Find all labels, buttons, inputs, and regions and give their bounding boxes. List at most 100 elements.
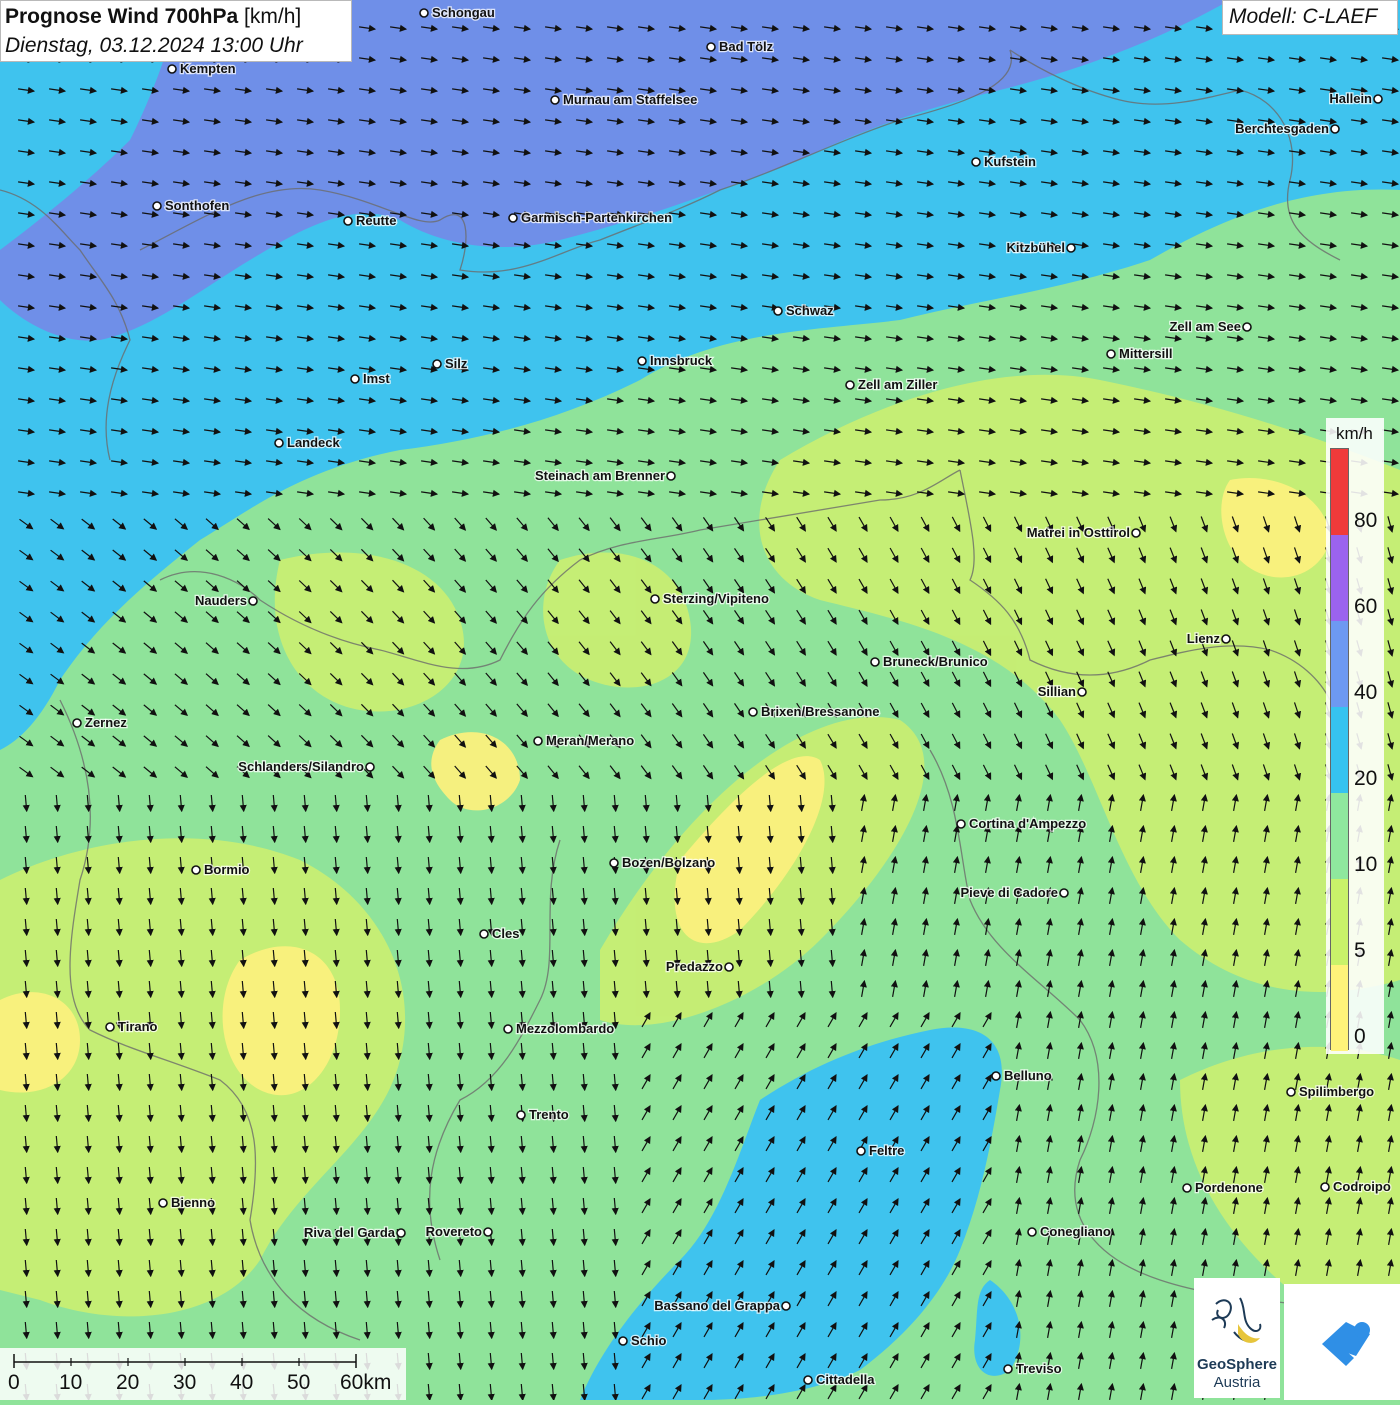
city-dot: [1330, 124, 1340, 134]
city-marker: Meran/Merano: [533, 732, 635, 749]
city-dot: [803, 1375, 813, 1385]
city-label: Silz: [445, 356, 468, 371]
city-label: Schwaz: [786, 303, 834, 318]
legend-color-segment: [1331, 707, 1348, 793]
city-dot: [1077, 687, 1087, 697]
city-label: Steinach am Brenner: [535, 468, 665, 483]
city-dot: [650, 594, 660, 604]
city-dot: [856, 1146, 866, 1156]
city-label: Mittersill: [1119, 346, 1172, 361]
city-dot: [72, 718, 82, 728]
legend-color-segment: [1331, 879, 1348, 965]
scale-label: 40: [230, 1371, 254, 1394]
city-dot: [845, 380, 855, 390]
city-label: Conegliano: [1040, 1224, 1111, 1239]
city-dot: [158, 1198, 168, 1208]
city-dot: [516, 1110, 526, 1120]
city-marker: Cortina d'Ampezzo: [956, 815, 1088, 832]
city-marker: Sonthofen: [152, 197, 231, 214]
city-label: Cortina d'Ampezzo: [969, 816, 1086, 831]
scale-label: 30: [173, 1371, 197, 1394]
warn-app-icon: [1322, 1322, 1370, 1366]
city-dot: [1221, 634, 1231, 644]
city-label: Sterzing/Vipiteno: [663, 591, 769, 606]
city-dot: [991, 1071, 1001, 1081]
city-label: Brixen/Bressanone: [761, 704, 880, 719]
city-dot: [1106, 349, 1116, 359]
geosphere-logo[interactable]: GeoSphere Austria: [1194, 1278, 1280, 1398]
city-label: Treviso: [1016, 1361, 1062, 1376]
app-logo[interactable]: [1284, 1284, 1400, 1400]
city-label: Nauders: [195, 593, 247, 608]
city-label: Rovereto: [426, 1224, 482, 1239]
city-label: Trento: [529, 1107, 569, 1122]
city-label: Pieve di Cadore: [960, 885, 1058, 900]
city-label: Murnau am Staffelsee: [563, 92, 697, 107]
city-dot: [618, 1336, 628, 1346]
city-label: Lienz: [1187, 631, 1221, 646]
legend-label-40: 40: [1354, 681, 1378, 704]
scale-label: 0: [8, 1371, 20, 1394]
city-dot: [396, 1228, 406, 1238]
city-dot: [1242, 322, 1252, 332]
city-label: Sonthofen: [165, 198, 229, 213]
city-label: Codroipo: [1333, 1179, 1391, 1194]
city-label: Bozen/Bolzano: [622, 855, 715, 870]
legend-color-segment: [1331, 621, 1348, 707]
city-label: Garmisch-Partenkirchen: [521, 210, 672, 225]
city-label: Sillian: [1038, 684, 1076, 699]
city-marker: Conegliano: [1027, 1223, 1112, 1240]
city-label: Hallein: [1329, 91, 1372, 106]
city-label: Matrei in Osttirol: [1027, 525, 1130, 540]
city-label: Feltre: [869, 1143, 904, 1158]
city-dot: [1003, 1364, 1013, 1374]
city-marker: Matrei in Osttirol: [1025, 524, 1141, 541]
city-label: Berchtesgaden: [1235, 121, 1329, 136]
model-label: Modell: C-LAEF: [1222, 0, 1398, 35]
legend-color-segment: [1331, 793, 1348, 879]
city-label: Zernez: [85, 715, 127, 730]
city-label: Bad Tölz: [719, 39, 774, 54]
city-label: Zell am See: [1169, 319, 1241, 334]
city-label: Zell am Ziller: [858, 377, 937, 392]
city-marker: Bozen/Bolzano: [609, 854, 716, 871]
legend-label-5: 5: [1354, 939, 1366, 962]
city-label: Bienno: [171, 1195, 215, 1210]
city-dot: [1066, 243, 1076, 253]
scale-label: 20: [116, 1371, 140, 1394]
city-marker: Steinach am Brenner: [534, 467, 676, 484]
city-label: Cles: [492, 926, 519, 941]
scale-label: 10: [59, 1371, 83, 1394]
city-label: Cittadella: [816, 1372, 875, 1387]
city-dot: [1182, 1183, 1192, 1193]
city-dot: [419, 8, 429, 18]
city-dot: [971, 157, 981, 167]
city-label: Belluno: [1004, 1068, 1052, 1083]
city-dot: [248, 596, 258, 606]
legend-label-0: 0: [1354, 1025, 1366, 1048]
scale-bar-line: [13, 1354, 357, 1368]
forecast-datetime: Dienstag, 03.12.2024 13:00 Uhr: [5, 34, 303, 57]
city-label: Predazzo: [666, 959, 723, 974]
title-bold: Prognose Wind 700hPa: [5, 5, 239, 28]
city-marker: Schlanders/Silandro: [237, 758, 375, 775]
city-label: Schio: [631, 1333, 666, 1348]
legend-color-segment: [1331, 535, 1348, 621]
map-title: Prognose Wind 700hPa [km/h]: [5, 5, 301, 29]
city-dot: [550, 95, 560, 105]
city-dot: [365, 762, 375, 772]
city-label: Innsbruck: [650, 353, 713, 368]
city-label: Meran/Merano: [546, 733, 634, 748]
city-dot: [432, 359, 442, 369]
city-marker: Pordenone: [1182, 1179, 1264, 1196]
city-marker: Berchtesgaden: [1234, 120, 1340, 137]
legend-color-segment: [1331, 449, 1348, 535]
city-marker: Bassano del Grappa: [653, 1297, 791, 1314]
city-label: Kitzbühel: [1007, 240, 1066, 255]
city-marker: Bruneck/Brunico: [870, 653, 989, 670]
city-dot: [105, 1022, 115, 1032]
city-label: Imst: [363, 371, 390, 386]
city-dot: [533, 736, 543, 746]
city-dot: [508, 213, 518, 223]
city-marker: Garmisch-Partenkirchen: [508, 209, 673, 226]
